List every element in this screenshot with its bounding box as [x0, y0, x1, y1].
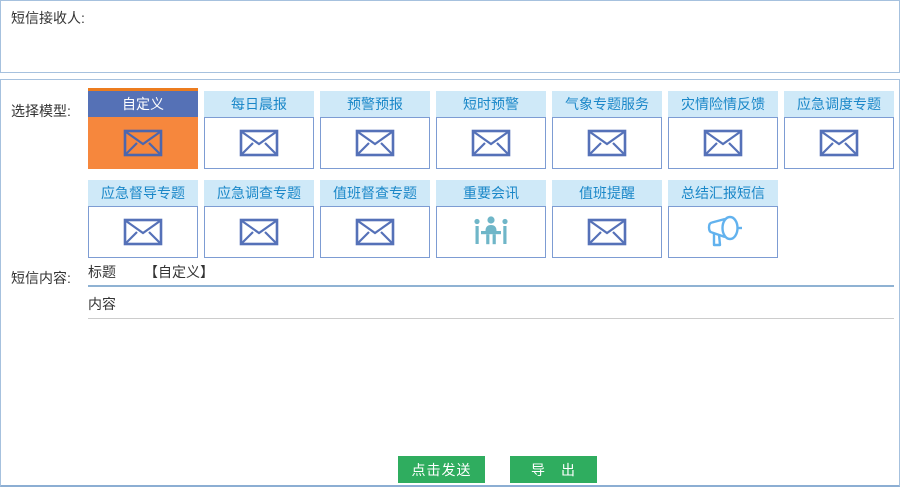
template-card[interactable]: 短时预警	[436, 91, 546, 169]
template-card-body	[320, 117, 430, 169]
template-card-header: 应急调度专题	[784, 91, 894, 117]
template-card-header: 应急督导专题	[88, 180, 198, 206]
title-label: 标题	[88, 264, 116, 280]
recipients-label: 短信接收人:	[11, 8, 85, 28]
template-card-body	[784, 117, 894, 169]
template-card-body	[552, 117, 662, 169]
template-card-body	[88, 117, 198, 169]
template-card-body	[552, 206, 662, 258]
send-button[interactable]: 点击发送	[398, 456, 485, 483]
envelope-icon	[355, 129, 395, 157]
template-card[interactable]: 每日晨报	[204, 91, 314, 169]
envelope-icon	[239, 129, 279, 157]
recipients-input[interactable]	[93, 5, 895, 68]
envelope-icon	[471, 129, 511, 157]
template-card-body	[436, 117, 546, 169]
template-card-header: 每日晨报	[204, 91, 314, 117]
title-value: 【自定义】	[144, 264, 214, 280]
template-card-header: 预警预报	[320, 91, 430, 117]
template-card[interactable]: 应急督导专题	[88, 180, 198, 258]
envelope-icon	[239, 218, 279, 246]
template-card-header: 总结汇报短信	[668, 180, 778, 206]
template-card-header: 值班提醒	[552, 180, 662, 206]
template-card-body	[436, 206, 546, 258]
recipients-section: 短信接收人:	[0, 0, 900, 73]
template-card-header: 自定义	[88, 88, 198, 117]
template-card-body	[88, 206, 198, 258]
template-card[interactable]: 气象专题服务	[552, 91, 662, 169]
envelope-icon	[587, 129, 627, 157]
content-label: 短信内容:	[11, 268, 71, 288]
envelope-icon	[355, 218, 395, 246]
template-card-header: 短时预警	[436, 91, 546, 117]
envelope-icon	[123, 218, 163, 246]
megaphone-icon	[702, 214, 744, 250]
template-card-header: 重要会讯	[436, 180, 546, 206]
template-card-body	[204, 206, 314, 258]
content-field[interactable]: 内容	[88, 291, 894, 319]
template-card[interactable]: 总结汇报短信	[668, 180, 778, 258]
title-field[interactable]: 标题 【自定义】	[88, 259, 894, 287]
template-card[interactable]: 预警预报	[320, 91, 430, 169]
template-card-header: 应急调查专题	[204, 180, 314, 206]
template-card[interactable]: 值班督查专题	[320, 180, 430, 258]
template-card[interactable]: 值班提醒	[552, 180, 662, 258]
action-bar: 点击发送 导 出	[398, 456, 597, 483]
model-select-label: 选择模型:	[11, 101, 71, 121]
envelope-icon	[703, 129, 743, 157]
template-card-body	[668, 206, 778, 258]
sms-send-page: 短信接收人: 选择模型: 自定义 每日晨报 预警预报 短时预警 气象专题服务	[0, 0, 900, 492]
compose-section: 选择模型: 自定义 每日晨报 预警预报 短时预警 气象专题服务 灾情险情反馈	[0, 79, 900, 487]
template-card[interactable]: 应急调度专题	[784, 91, 894, 169]
envelope-icon	[587, 218, 627, 246]
meeting-icon	[469, 214, 513, 250]
content-body-label: 内容	[88, 296, 116, 312]
envelope-icon	[819, 129, 859, 157]
template-card[interactable]: 自定义	[88, 88, 198, 169]
export-button[interactable]: 导 出	[510, 456, 597, 483]
template-card-header: 气象专题服务	[552, 91, 662, 117]
template-card-body	[204, 117, 314, 169]
template-card[interactable]: 灾情险情反馈	[668, 91, 778, 169]
template-card[interactable]: 重要会讯	[436, 180, 546, 258]
envelope-icon	[123, 129, 163, 157]
template-card-header: 灾情险情反馈	[668, 91, 778, 117]
template-card-body	[320, 206, 430, 258]
template-grid: 自定义 每日晨报 预警预报 短时预警 气象专题服务 灾情险情反馈	[88, 88, 894, 258]
template-card[interactable]: 应急调查专题	[204, 180, 314, 258]
template-card-header: 值班督查专题	[320, 180, 430, 206]
template-card-body	[668, 117, 778, 169]
